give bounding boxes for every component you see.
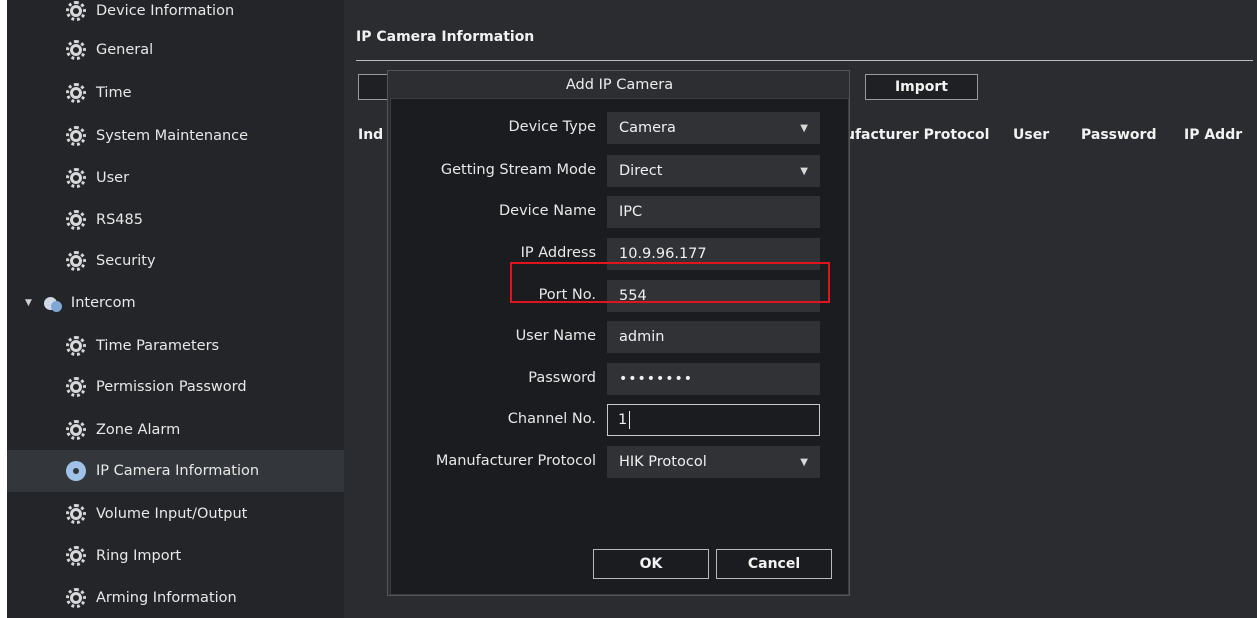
sidebar-item-label: User	[96, 170, 130, 186]
sidebar: Device Information General Time System M…	[7, 0, 344, 618]
sidebar-item-label: RS485	[96, 212, 143, 228]
gear-icon	[66, 504, 86, 524]
gear-icon	[66, 461, 86, 481]
device-type-select[interactable]: Camera ▼	[607, 112, 820, 144]
dialog-body: Device Type Camera ▼ Getting Stream Mode…	[390, 98, 849, 595]
device-name-value: IPC	[619, 204, 643, 220]
device-type-label: Device Type	[508, 119, 596, 135]
manufacturer-protocol-label: Manufacturer Protocol	[435, 453, 596, 469]
sidebar-item-permission-password[interactable]: Permission Password	[7, 366, 344, 408]
app-window: Device Information General Time System M…	[0, 0, 1257, 618]
user-name-value: admin	[619, 329, 665, 345]
sidebar-item-arming-information[interactable]: Arming Information	[7, 577, 344, 618]
text-cursor	[629, 411, 631, 429]
sidebar-item-label: Security	[96, 253, 156, 269]
user-name-input[interactable]: admin	[607, 321, 820, 353]
channel-no-input[interactable]: 1	[607, 404, 820, 436]
device-name-input[interactable]: IPC	[607, 196, 820, 228]
import-button[interactable]: Import	[865, 74, 978, 100]
column-header-user: User	[1013, 127, 1050, 143]
sidebar-item-label: Arming Information	[96, 590, 237, 606]
stream-mode-select[interactable]: Direct ▼	[607, 155, 820, 187]
sidebar-item-label: Permission Password	[96, 379, 247, 395]
device-type-value: Camera	[619, 120, 676, 136]
gear-icon	[66, 210, 86, 230]
sidebar-item-label: Zone Alarm	[96, 422, 181, 438]
user-name-label: User Name	[515, 328, 596, 344]
port-no-highlight-box	[510, 262, 830, 303]
channel-no-value: 1	[618, 412, 628, 428]
sidebar-item-device-information[interactable]: Device Information	[7, 0, 344, 32]
sidebar-item-ring-import[interactable]: Ring Import	[7, 535, 344, 577]
sidebar-item-label: Intercom	[70, 295, 136, 311]
gear-icon	[66, 40, 86, 60]
sidebar-group-intercom[interactable]: ▼ Intercom	[7, 282, 344, 324]
gear-icon	[66, 420, 86, 440]
left-edge	[0, 0, 7, 618]
gear-icon	[66, 546, 86, 566]
manufacturer-protocol-value: HIK Protocol	[619, 454, 707, 470]
sidebar-item-system-maintenance[interactable]: System Maintenance	[7, 115, 344, 157]
column-header-ip-address: IP Addr	[1184, 127, 1243, 143]
sidebar-item-label: Time Parameters	[96, 338, 220, 354]
sidebar-item-user[interactable]: User	[7, 157, 344, 199]
column-header-manufacturer-protocol: ufacturer Protocol	[845, 127, 990, 143]
sidebar-item-rs485[interactable]: RS485	[7, 199, 344, 241]
ip-address-label: IP Address	[520, 245, 596, 261]
caret-down-icon[interactable]: ▼	[25, 298, 32, 308]
group-icon	[43, 295, 62, 312]
stream-mode-value: Direct	[619, 163, 663, 179]
ok-button[interactable]: OK	[593, 549, 709, 579]
gear-icon	[66, 126, 86, 146]
sidebar-item-time-parameters[interactable]: Time Parameters	[7, 325, 344, 367]
column-header-password: Password	[1081, 127, 1157, 143]
column-header-index: Ind	[358, 127, 384, 143]
gear-icon	[66, 588, 86, 608]
dropdown-arrow-icon: ▼	[800, 123, 808, 134]
gear-icon	[66, 168, 86, 188]
page-title: IP Camera Information	[356, 29, 535, 45]
sidebar-item-label: System Maintenance	[96, 128, 249, 144]
manufacturer-protocol-select[interactable]: HIK Protocol ▼	[607, 446, 820, 478]
gear-icon	[66, 83, 86, 103]
add-button[interactable]	[358, 74, 388, 100]
gear-icon	[66, 336, 86, 356]
password-value: ••••••••	[619, 371, 694, 387]
stream-mode-label: Getting Stream Mode	[440, 162, 596, 178]
dropdown-arrow-icon: ▼	[800, 166, 808, 177]
dialog-title: Add IP Camera	[565, 77, 674, 93]
ip-address-value: 10.9.96.177	[619, 246, 707, 262]
sidebar-item-ip-camera-information[interactable]: IP Camera Information	[7, 450, 344, 492]
sidebar-item-general[interactable]: General	[7, 29, 344, 71]
dropdown-arrow-icon: ▼	[800, 457, 808, 468]
sidebar-item-label: Ring Import	[96, 548, 182, 564]
sidebar-item-zone-alarm[interactable]: Zone Alarm	[7, 409, 344, 451]
sidebar-item-volume-input-output[interactable]: Volume Input/Output	[7, 493, 344, 535]
sidebar-item-label: Volume Input/Output	[96, 506, 248, 522]
sidebar-item-label: IP Camera Information	[96, 463, 260, 479]
sidebar-item-time[interactable]: Time	[7, 72, 344, 114]
sidebar-item-label: Time	[96, 85, 132, 101]
gear-icon	[66, 377, 86, 397]
sidebar-item-security[interactable]: Security	[7, 240, 344, 282]
gear-icon	[66, 251, 86, 271]
sidebar-item-label: Device Information	[96, 3, 235, 19]
cancel-button[interactable]: Cancel	[716, 549, 832, 579]
add-ip-camera-dialog: Add IP Camera Device Type Camera ▼ Getti…	[387, 70, 850, 596]
title-divider	[356, 60, 1253, 61]
sidebar-item-label: General	[96, 42, 154, 58]
channel-no-label: Channel No.	[507, 411, 596, 427]
password-label: Password	[528, 370, 596, 386]
gear-icon	[66, 1, 86, 21]
password-input[interactable]: ••••••••	[607, 363, 820, 395]
device-name-label: Device Name	[499, 203, 596, 219]
